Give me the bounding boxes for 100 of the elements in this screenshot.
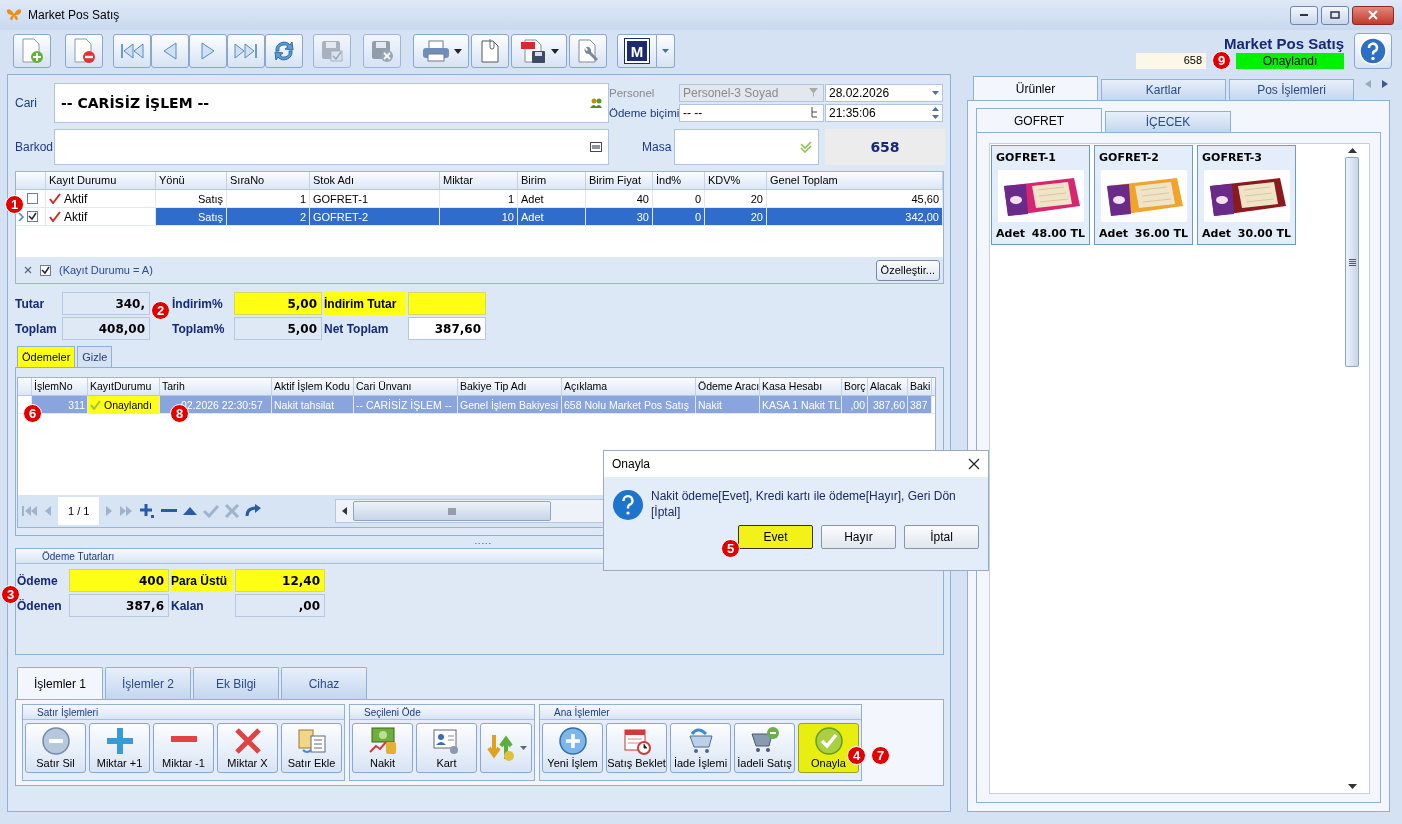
total-field[interactable]: 387,60 bbox=[408, 317, 486, 340]
clear-filter-icon[interactable] bbox=[24, 266, 32, 274]
tab[interactable]: Kartlar bbox=[1101, 79, 1226, 100]
dialog-button[interactable]: Hayır bbox=[821, 525, 896, 549]
column-header[interactable]: Yönü bbox=[156, 172, 227, 189]
new-button[interactable] bbox=[13, 34, 51, 68]
toolbar-button[interactable]: Miktar -1 bbox=[153, 723, 214, 773]
scroll-right-icon[interactable] bbox=[1382, 80, 1388, 88]
column-header[interactable]: İnd% bbox=[653, 172, 705, 189]
column-header[interactable]: Baki bbox=[908, 378, 932, 395]
product-card[interactable]: GOFRET-2 Adet 36.00 TL bbox=[1094, 145, 1193, 245]
tab[interactable]: Ürünler bbox=[973, 76, 1098, 100]
tab[interactable]: Ödemeler bbox=[17, 346, 76, 367]
up-icon[interactable] bbox=[183, 507, 198, 515]
print-button[interactable] bbox=[413, 34, 469, 68]
tab[interactable]: İşlemler 2 bbox=[105, 667, 191, 699]
app-menu-button[interactable]: M bbox=[617, 34, 657, 68]
toolbar-button[interactable]: İade İşlemi bbox=[670, 723, 731, 773]
delete-button[interactable] bbox=[65, 34, 103, 68]
pdf-save-button[interactable] bbox=[511, 34, 567, 68]
toolbar-button[interactable]: Yeni İşlem bbox=[542, 723, 603, 773]
total-field[interactable]: 340, bbox=[62, 292, 150, 315]
row-checkbox[interactable] bbox=[27, 211, 38, 222]
column-header[interactable]: Kayıt Durumu bbox=[46, 172, 156, 189]
toolbar-button[interactable]: Satır Ekle bbox=[281, 723, 342, 773]
amount-field[interactable]: 400 bbox=[69, 569, 169, 592]
scroll-left-icon[interactable] bbox=[342, 507, 348, 515]
column-header[interactable]: Açıklama bbox=[562, 378, 696, 395]
tab[interactable]: İÇECEK bbox=[1105, 111, 1231, 132]
tab[interactable]: Pos İşlemleri bbox=[1229, 79, 1354, 100]
dropdown-button[interactable] bbox=[657, 34, 675, 68]
column-header[interactable]: Miktar bbox=[440, 172, 518, 189]
close-button[interactable] bbox=[1352, 5, 1394, 25]
minimize-button[interactable] bbox=[1290, 5, 1318, 25]
total-field[interactable] bbox=[408, 292, 486, 315]
column-header[interactable]: Kasa Hesabı bbox=[760, 378, 842, 395]
product-card[interactable]: GOFRET-3 Adet 30.00 TL bbox=[1197, 145, 1296, 245]
toolbar-button[interactable]: Nakit bbox=[352, 723, 413, 773]
splitter-handle[interactable] bbox=[473, 542, 492, 545]
close-icon[interactable] bbox=[968, 458, 980, 470]
column-header[interactable]: KayıtDurumu bbox=[88, 378, 160, 395]
toolbar-button[interactable]: Miktar X bbox=[217, 723, 278, 773]
dialog-button[interactable]: İptal bbox=[904, 525, 979, 549]
column-header[interactable]: Birim Fiyat bbox=[586, 172, 653, 189]
tab[interactable]: İşlemler 1 bbox=[17, 667, 103, 699]
toolbar-button[interactable]: Miktar +1 bbox=[89, 723, 150, 773]
column-header[interactable]: Genel Toplam bbox=[767, 172, 943, 189]
customize-button[interactable]: Özelleştir... bbox=[875, 259, 940, 281]
row-checkbox[interactable] bbox=[27, 193, 38, 204]
tab[interactable]: Ek Bilgi bbox=[193, 667, 279, 699]
customer-field[interactable]: -- CARİSİZ İŞLEM -- bbox=[54, 83, 609, 123]
attachment-button[interactable] bbox=[471, 34, 509, 68]
total-field[interactable]: 5,00 bbox=[234, 292, 322, 315]
last-button[interactable] bbox=[227, 34, 265, 68]
column-header[interactable]: Bakiye Tip Adı bbox=[458, 378, 562, 395]
column-header[interactable]: Alacak bbox=[868, 378, 908, 395]
column-header[interactable]: Aktif İşlem Kodu bbox=[272, 378, 354, 395]
scroll-up-icon[interactable] bbox=[1347, 148, 1357, 153]
toolbar-button[interactable]: Kart bbox=[416, 723, 477, 773]
column-header[interactable]: KDV% bbox=[705, 172, 767, 189]
check-icon[interactable] bbox=[203, 504, 220, 518]
total-field[interactable]: 5,00 bbox=[234, 317, 322, 340]
date-field[interactable]: 28.02.2026 bbox=[825, 83, 943, 102]
toolbar-button[interactable]: Satış Beklet bbox=[606, 723, 667, 773]
toolbar-button[interactable]: Satır Sil bbox=[25, 723, 86, 773]
column-header[interactable]: Cari Ünvanı bbox=[354, 378, 458, 395]
column-header[interactable]: SıraNo bbox=[227, 172, 310, 189]
tab[interactable]: Cihaz bbox=[281, 667, 367, 699]
time-field[interactable]: 21:35:06 bbox=[825, 103, 943, 122]
first-button[interactable] bbox=[113, 34, 151, 68]
column-header[interactable]: Stok Adı bbox=[310, 172, 440, 189]
amount-field[interactable]: 12,40 bbox=[235, 569, 325, 592]
tab[interactable]: Gizle bbox=[77, 346, 113, 367]
save-button[interactable] bbox=[313, 34, 351, 68]
maximize-button[interactable] bbox=[1321, 5, 1349, 25]
refresh-button[interactable] bbox=[265, 34, 303, 68]
redo-icon[interactable] bbox=[245, 504, 262, 518]
tab[interactable]: GOFRET bbox=[976, 108, 1102, 132]
previous-button[interactable] bbox=[151, 34, 189, 68]
next-button[interactable] bbox=[189, 34, 227, 68]
toolbar-button[interactable]: İadeli Satış bbox=[734, 723, 795, 773]
product-card[interactable]: GOFRET-1 Adet 48.00 TL bbox=[991, 145, 1090, 245]
help-button[interactable] bbox=[1354, 33, 1392, 69]
amount-field[interactable]: ,00 bbox=[235, 594, 325, 617]
total-field[interactable]: 408,00 bbox=[62, 317, 150, 340]
save-cancel-button[interactable] bbox=[363, 34, 401, 68]
column-header[interactable]: Tarih bbox=[160, 378, 272, 395]
column-header[interactable]: Birim bbox=[518, 172, 586, 189]
scroll-down-icon[interactable] bbox=[1347, 784, 1357, 789]
barcode-field[interactable] bbox=[54, 129, 609, 165]
filter-checkbox[interactable] bbox=[40, 264, 51, 276]
payment-method-combo[interactable]: -- -- bbox=[679, 103, 824, 122]
table-field[interactable] bbox=[674, 129, 819, 165]
toolbar-button[interactable] bbox=[480, 723, 532, 773]
column-header[interactable]: Borç bbox=[842, 378, 868, 395]
minus-icon[interactable] bbox=[161, 508, 178, 514]
column-header[interactable]: İşlemNo bbox=[32, 378, 88, 395]
column-header[interactable]: Ödeme Aracı bbox=[696, 378, 760, 395]
tools-button[interactable] bbox=[569, 34, 607, 68]
add-icon[interactable] bbox=[139, 503, 156, 519]
